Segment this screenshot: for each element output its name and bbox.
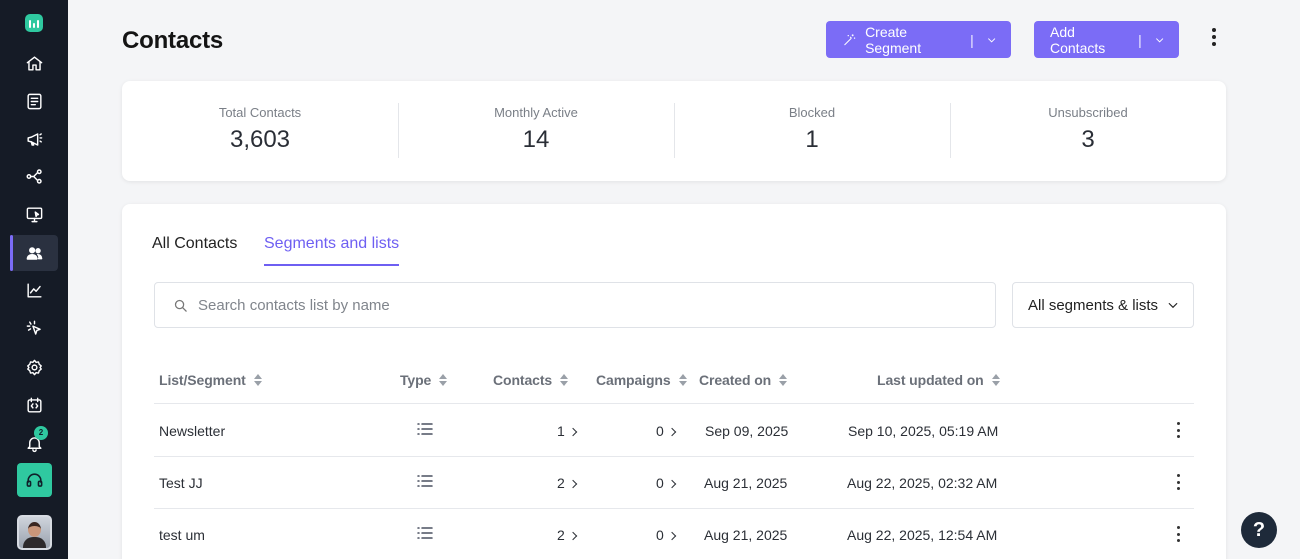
nav-bell-icon[interactable]: 2 xyxy=(10,425,58,461)
chevron-down-icon xyxy=(1168,302,1178,309)
nav-contacts-icon[interactable] xyxy=(10,235,58,271)
row-created-on: Sep 09, 2025 xyxy=(705,423,789,439)
search-icon xyxy=(174,299,187,312)
row-contacts[interactable]: 1 xyxy=(557,423,578,439)
stat-unsubscribed: Unsubscribed 3 xyxy=(950,81,1226,181)
support-headset-button[interactable] xyxy=(17,463,52,497)
sort-icon[interactable] xyxy=(253,374,262,386)
list-icon xyxy=(417,422,433,436)
segments-card: All Contacts Segments and lists All segm… xyxy=(122,204,1226,559)
row-name[interactable]: Test JJ xyxy=(159,475,203,491)
stat-total-contacts: Total Contacts 3,603 xyxy=(218,104,302,153)
row-more-options-icon[interactable] xyxy=(1175,526,1181,542)
row-last-updated-on: Aug 22, 2025, 02:32 AM xyxy=(847,475,998,491)
row-name[interactable]: test um xyxy=(159,527,205,543)
row-contacts[interactable]: 2 xyxy=(557,475,578,491)
chevron-down-icon[interactable] xyxy=(1154,34,1165,46)
row-more-options-icon[interactable] xyxy=(1175,422,1181,438)
column-list-segment[interactable]: List/Segment xyxy=(159,372,262,388)
row-created-on: Aug 21, 2025 xyxy=(704,527,788,543)
nav-chart-icon[interactable] xyxy=(10,272,58,308)
table-row[interactable]: Test JJ 2 0 Aug 21, 2025 Aug 22, 2025, 0… xyxy=(154,457,1194,509)
row-more-options-icon[interactable] xyxy=(1175,474,1181,490)
sort-icon[interactable] xyxy=(439,374,448,386)
create-segment-button[interactable]: Create Segment | xyxy=(826,21,1011,58)
column-campaigns[interactable]: Campaigns xyxy=(596,372,687,388)
column-contacts[interactable]: Contacts xyxy=(493,372,569,388)
row-campaigns[interactable]: 0 xyxy=(656,423,677,439)
stats-card: Total Contacts 3,603 Monthly Active 14 B… xyxy=(122,81,1226,181)
nav-monitor-icon[interactable] xyxy=(10,196,58,232)
nav-document-icon[interactable] xyxy=(10,83,58,119)
search-box xyxy=(154,282,996,328)
page-title: Contacts xyxy=(122,27,224,54)
nav-home-icon[interactable] xyxy=(10,45,58,81)
add-contacts-button[interactable]: Add Contacts | xyxy=(1034,21,1179,58)
help-button[interactable]: ? xyxy=(1241,512,1277,548)
row-last-updated-on: Aug 22, 2025, 12:54 AM xyxy=(847,527,998,543)
user-avatar[interactable] xyxy=(17,515,52,550)
more-options-icon[interactable] xyxy=(1209,26,1219,48)
filter-selected-label: All segments & lists xyxy=(1028,296,1159,314)
search-input[interactable] xyxy=(198,296,978,314)
row-campaigns[interactable]: 0 xyxy=(656,475,677,491)
row-campaigns[interactable]: 0 xyxy=(656,527,677,543)
column-type[interactable]: Type xyxy=(400,372,448,388)
list-icon xyxy=(417,474,433,488)
table-row[interactable]: Newsletter 1 0 Sep 09, 2025 Sep 10, 2025… xyxy=(154,405,1194,457)
sort-icon[interactable] xyxy=(678,374,687,386)
segment-filter-select[interactable]: All segments & lists xyxy=(1012,282,1194,328)
tab-segments-and-lists[interactable]: Segments and lists xyxy=(264,235,400,266)
row-name[interactable]: Newsletter xyxy=(159,423,225,439)
table-row[interactable]: test um 2 0 Aug 21, 2025 Aug 22, 2025, 1… xyxy=(154,509,1194,559)
nav-automation-icon[interactable] xyxy=(10,158,58,194)
sort-icon[interactable] xyxy=(991,374,1000,386)
nav-settings-icon[interactable] xyxy=(10,349,58,385)
nav-code-icon[interactable] xyxy=(10,387,58,423)
stat-monthly-active: Monthly Active 14 xyxy=(398,81,674,181)
table-header: List/Segment Type Contacts Campaigns Cre… xyxy=(154,368,1194,404)
app-logo-icon[interactable] xyxy=(25,14,43,32)
column-last-updated-on[interactable]: Last updated on xyxy=(877,372,1000,388)
notification-badge: 2 xyxy=(34,426,48,440)
nav-cursor-click-icon[interactable] xyxy=(10,310,58,346)
add-contacts-label: Add Contacts xyxy=(1050,23,1106,56)
row-contacts[interactable]: 2 xyxy=(557,527,578,543)
stat-blocked: Blocked 1 xyxy=(674,81,950,181)
nav-megaphone-icon[interactable] xyxy=(10,121,58,157)
sort-icon[interactable] xyxy=(779,374,788,386)
row-created-on: Aug 21, 2025 xyxy=(704,475,788,491)
tab-all-contacts[interactable]: All Contacts xyxy=(152,235,237,264)
chevron-down-icon[interactable] xyxy=(986,34,997,46)
list-icon xyxy=(417,526,433,540)
magic-wand-icon xyxy=(844,33,856,45)
sort-icon[interactable] xyxy=(560,374,569,386)
row-last-updated-on: Sep 10, 2025, 05:19 AM xyxy=(848,423,999,439)
sidebar: 2 xyxy=(0,0,68,559)
create-segment-label: Create Segment xyxy=(865,23,922,56)
column-created-on[interactable]: Created on xyxy=(699,372,788,388)
